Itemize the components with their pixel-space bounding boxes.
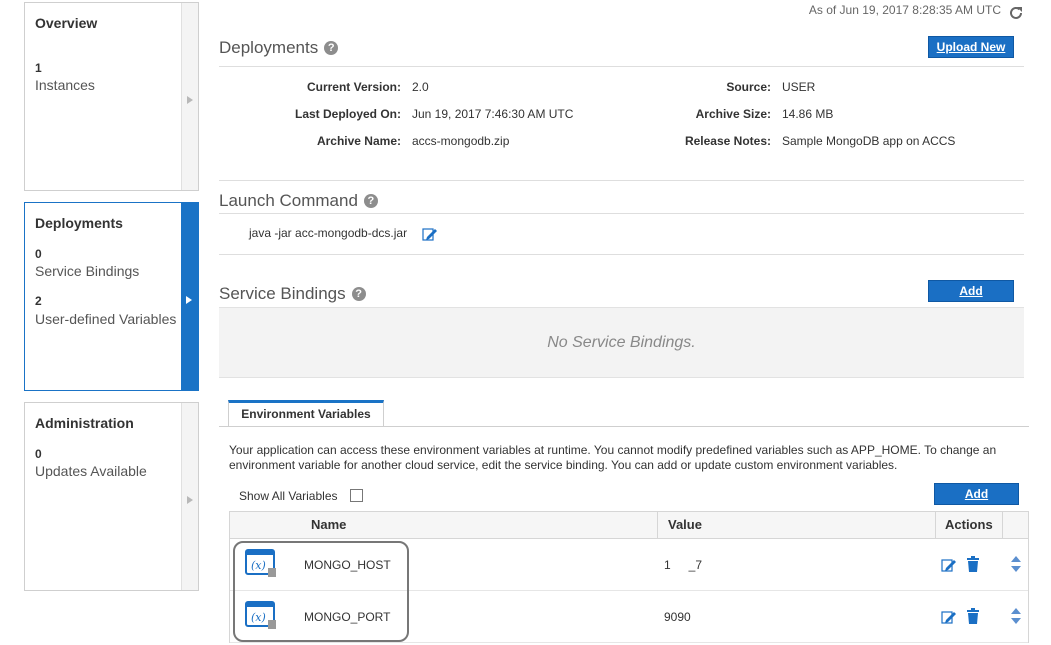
trash-icon[interactable] bbox=[966, 608, 980, 624]
archive-name-value: accs-mongodb.zip bbox=[412, 134, 510, 148]
nav-administration-expand[interactable] bbox=[181, 403, 198, 590]
no-bindings-text: No Service Bindings. bbox=[547, 333, 696, 351]
nav-card-administration[interactable]: Administration 0 Updates Available bbox=[24, 402, 199, 591]
help-icon[interactable]: ? bbox=[324, 41, 339, 55]
edit-icon[interactable] bbox=[941, 557, 957, 573]
divider bbox=[219, 180, 1024, 181]
nav-deployments-count-variables: 2 bbox=[35, 294, 42, 308]
edit-icon[interactable] bbox=[422, 226, 438, 242]
release-notes-label: Release Notes: bbox=[684, 134, 771, 148]
release-notes-value: Sample MongoDB app on ACCS bbox=[782, 134, 956, 148]
nav-card-deployments[interactable]: Deployments 0 Service Bindings 2 User-de… bbox=[24, 202, 199, 391]
edit-icon[interactable] bbox=[941, 609, 957, 625]
help-icon[interactable]: ? bbox=[351, 287, 366, 301]
show-all-variables-label: Show All Variables bbox=[239, 489, 338, 503]
annotation-highlight bbox=[233, 541, 409, 642]
help-icon[interactable]: ? bbox=[363, 194, 378, 208]
chevron-right-icon bbox=[186, 296, 192, 304]
nav-deployments-count-bindings: 0 bbox=[35, 247, 42, 261]
nav-overview-label: Instances bbox=[35, 77, 95, 93]
launch-command-value: java -jar acc-mongodb-dcs.jar bbox=[249, 226, 408, 240]
column-header-name[interactable]: Name bbox=[311, 512, 346, 538]
nav-overview-count: 1 bbox=[35, 61, 42, 75]
launch-command-heading: Launch Command? bbox=[219, 191, 378, 211]
divider bbox=[219, 254, 1024, 255]
chevron-right-icon bbox=[187, 496, 193, 504]
service-bindings-title: Service Bindings bbox=[219, 284, 346, 303]
column-header-actions: Actions bbox=[945, 517, 993, 532]
nav-deployments-expand[interactable] bbox=[181, 203, 198, 390]
as-of-timestamp: As of Jun 19, 2017 8:28:35 AM UTC bbox=[808, 3, 1001, 17]
reorder-icon[interactable] bbox=[1010, 555, 1022, 573]
variable-value: 9090 bbox=[664, 610, 691, 624]
column-divider bbox=[1002, 512, 1003, 538]
add-binding-button[interactable]: Add bbox=[928, 280, 1014, 302]
upload-new-button[interactable]: Upload New bbox=[928, 36, 1014, 58]
archive-size-label: Archive Size: bbox=[695, 107, 771, 121]
nav-card-overview[interactable]: Overview 1 Instances bbox=[24, 2, 199, 191]
tab-environment-variables[interactable]: Environment Variables bbox=[228, 400, 384, 427]
current-version-label: Current Version: bbox=[306, 80, 401, 94]
nav-deployments-label-variables: User-defined Variables bbox=[35, 311, 177, 327]
chevron-right-icon bbox=[187, 96, 193, 104]
refresh-icon[interactable] bbox=[1008, 5, 1024, 21]
nav-administration-title: Administration bbox=[35, 415, 134, 431]
divider bbox=[219, 213, 1024, 214]
nav-deployments-title: Deployments bbox=[35, 215, 123, 231]
source-label: Source: bbox=[726, 80, 771, 94]
reorder-icon[interactable] bbox=[1010, 607, 1022, 625]
archive-name-label: Archive Name: bbox=[316, 134, 401, 148]
nav-administration-count: 0 bbox=[35, 447, 42, 461]
no-service-bindings-message: No Service Bindings. bbox=[219, 307, 1024, 378]
column-divider bbox=[935, 512, 936, 538]
env-description: Your application can access these enviro… bbox=[229, 443, 997, 472]
column-divider bbox=[657, 512, 658, 538]
nav-administration-label: Updates Available bbox=[35, 463, 147, 479]
show-all-variables-checkbox[interactable] bbox=[350, 489, 363, 502]
tab-divider bbox=[219, 426, 1029, 427]
deployments-title: Deployments bbox=[219, 38, 319, 57]
variable-value: 1 _7 bbox=[664, 558, 703, 572]
nav-overview-expand[interactable] bbox=[181, 3, 198, 190]
service-bindings-heading: Service Bindings? bbox=[219, 284, 366, 304]
last-deployed-value: Jun 19, 2017 7:46:30 AM UTC bbox=[412, 107, 574, 121]
archive-size-value: 14.86 MB bbox=[782, 107, 834, 121]
source-value: USER bbox=[782, 80, 816, 94]
launch-command-title: Launch Command bbox=[219, 191, 358, 210]
last-deployed-label: Last Deployed On: bbox=[294, 107, 401, 121]
divider bbox=[219, 66, 1024, 67]
trash-icon[interactable] bbox=[966, 556, 980, 572]
current-version-value: 2.0 bbox=[412, 80, 429, 94]
nav-overview-title: Overview bbox=[35, 15, 98, 31]
deployments-heading: Deployments? bbox=[219, 38, 339, 58]
add-variable-button[interactable]: Add bbox=[934, 483, 1019, 505]
table-header: Name Value Actions bbox=[230, 512, 1028, 539]
nav-deployments-label-bindings: Service Bindings bbox=[35, 263, 140, 279]
column-header-value[interactable]: Value bbox=[668, 512, 702, 538]
